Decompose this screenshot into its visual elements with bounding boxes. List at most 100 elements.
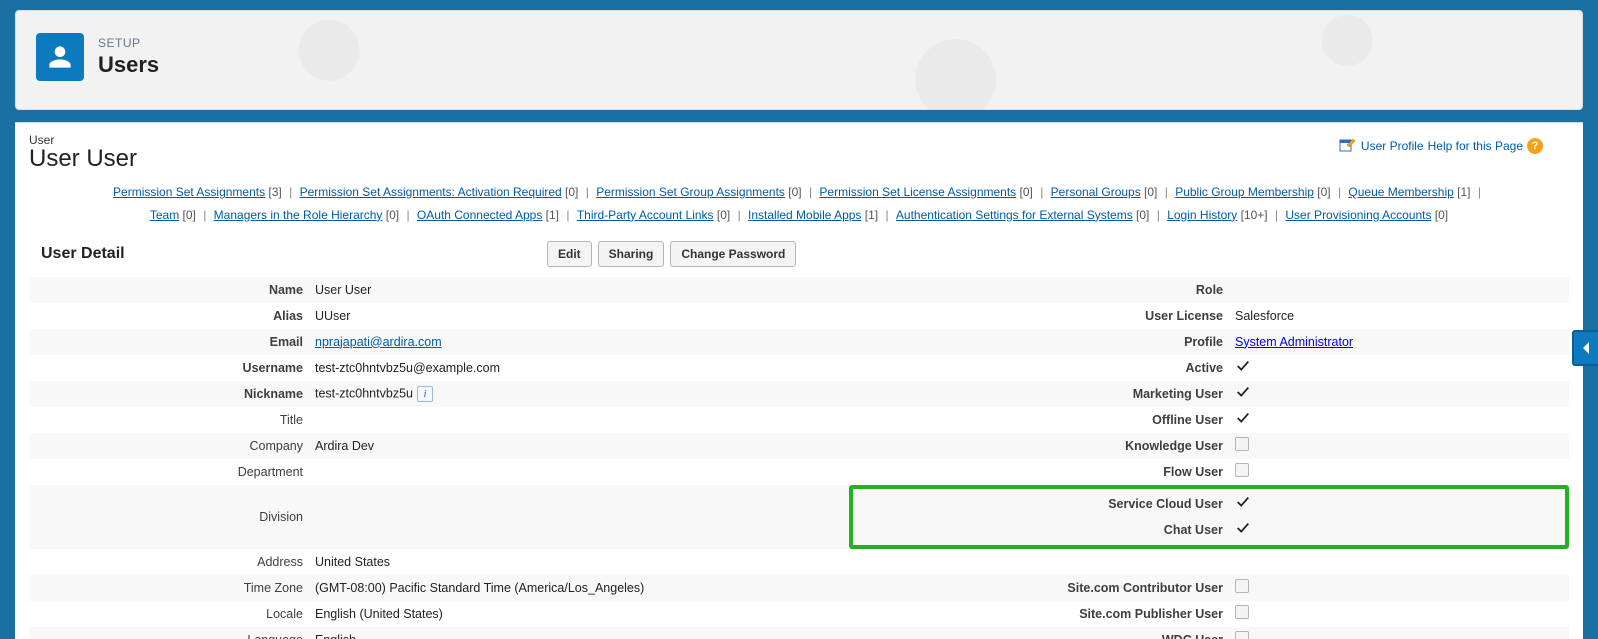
related-link[interactable]: Managers in the Role Hierarchy <box>214 208 383 222</box>
label-knowledge: Knowledge User <box>849 433 1229 459</box>
value-knowledge <box>1229 433 1569 459</box>
check-icon <box>1235 363 1251 377</box>
label-nickname: Nickname <box>29 381 309 407</box>
label-active: Active <box>849 355 1229 381</box>
help-icon[interactable]: ? <box>1527 138 1543 154</box>
check-icon <box>1235 415 1251 429</box>
label-username: Username <box>29 355 309 381</box>
label-address: Address <box>29 549 309 575</box>
value-profile: System Administrator <box>1229 329 1569 355</box>
user-profile-link[interactable]: User Profile <box>1361 139 1424 153</box>
user-icon <box>36 33 84 81</box>
related-link-count: [0] <box>1141 185 1158 199</box>
related-link[interactable]: Permission Set Assignments: Activation R… <box>300 185 562 199</box>
value-role <box>1229 277 1569 303</box>
label-service-cloud: Service Cloud User <box>857 491 1229 517</box>
label-chat: Chat User <box>857 517 1229 543</box>
related-links: Permission Set Assignments [3] | Permiss… <box>29 181 1569 227</box>
related-link[interactable]: OAuth Connected Apps <box>417 208 542 222</box>
related-link[interactable]: Authentication Settings for External Sys… <box>896 208 1133 222</box>
related-link[interactable]: Third-Party Account Links <box>577 208 714 222</box>
label-marketing: Marketing User <box>849 381 1229 407</box>
related-link[interactable]: Permission Set Group Assignments <box>596 185 785 199</box>
unchecked-box-icon <box>1235 437 1249 451</box>
value-timezone: (GMT-08:00) Pacific Standard Time (Ameri… <box>309 575 849 601</box>
related-link-count: [1] <box>861 208 878 222</box>
profile-link[interactable]: System Administrator <box>1235 335 1353 349</box>
related-link-count: [0] <box>1133 208 1150 222</box>
content-scroll[interactable]: User ProfileHelp for this Page ? User Us… <box>15 123 1583 639</box>
label-department: Department <box>29 459 309 485</box>
label-email: Email <box>29 329 309 355</box>
related-link-count: [0] <box>1431 208 1448 222</box>
label-offline: Offline User <box>849 407 1229 433</box>
related-link-count: [0] <box>562 185 579 199</box>
related-link-count: [1] <box>1454 185 1471 199</box>
value-wdc <box>1229 627 1569 639</box>
user-detail-table: Name User User Role Alias UUser User Lic… <box>29 277 1569 639</box>
label-alias: Alias <box>29 303 309 329</box>
label-role: Role <box>849 277 1229 303</box>
label-title: Title <box>29 407 309 433</box>
value-service-cloud <box>1229 491 1561 517</box>
section-title: User Detail <box>29 245 229 263</box>
related-link[interactable]: Team <box>150 208 179 222</box>
label-company: Company <box>29 433 309 459</box>
value-flow <box>1229 459 1569 485</box>
info-icon[interactable]: i <box>417 386 433 402</box>
related-link[interactable]: Personal Groups <box>1051 185 1141 199</box>
value-company: Ardira Dev <box>309 433 849 459</box>
value-division <box>309 485 849 549</box>
email-link[interactable]: nprajapati@ardira.com <box>315 335 442 349</box>
related-link[interactable]: Installed Mobile Apps <box>748 208 861 222</box>
related-link[interactable]: User Provisioning Accounts <box>1285 208 1431 222</box>
label-site-pub: Site.com Publisher User <box>849 601 1229 627</box>
value-nickname: test-ztc0hntvbz5ui <box>309 381 849 407</box>
value-marketing <box>1229 381 1569 407</box>
check-icon <box>1235 499 1251 513</box>
unchecked-box-icon <box>1235 631 1249 639</box>
related-link[interactable]: Login History <box>1167 208 1237 222</box>
value-username: test-ztc0hntvbz5u@example.com <box>309 355 849 381</box>
label-wdc: WDC User <box>849 627 1229 639</box>
related-link[interactable]: Permission Set License Assignments <box>819 185 1016 199</box>
value-offline <box>1229 407 1569 433</box>
related-link-count: [0] <box>785 185 802 199</box>
related-link-count: [10+] <box>1237 208 1267 222</box>
value-department <box>309 459 849 485</box>
label-name: Name <box>29 277 309 303</box>
related-link-count: [0] <box>1314 185 1331 199</box>
breadcrumb: SETUP <box>98 36 159 50</box>
change-password-button[interactable]: Change Password <box>670 241 796 267</box>
label-locale: Locale <box>29 601 309 627</box>
value-site-pub <box>1229 601 1569 627</box>
label-license: User License <box>849 303 1229 329</box>
value-chat <box>1229 517 1561 543</box>
related-link-count: [0] <box>382 208 399 222</box>
setup-header: SETUP Users <box>15 10 1583 110</box>
sharing-button[interactable]: Sharing <box>598 241 665 267</box>
check-icon <box>1235 525 1251 539</box>
expand-panel-tab[interactable] <box>1572 330 1598 366</box>
value-email: nprajapati@ardira.com <box>309 329 849 355</box>
related-link[interactable]: Public Group Membership <box>1175 185 1314 199</box>
unchecked-box-icon <box>1235 463 1249 477</box>
label-language: Language <box>29 627 309 639</box>
related-link[interactable]: Permission Set Assignments <box>113 185 265 199</box>
related-link[interactable]: Queue Membership <box>1348 185 1453 199</box>
unchecked-box-icon <box>1235 605 1249 619</box>
unchecked-box-icon <box>1235 579 1249 593</box>
label-timezone: Time Zone <box>29 575 309 601</box>
value-address: United States <box>309 549 849 575</box>
edit-layout-icon[interactable] <box>1339 137 1357 155</box>
related-link-count: [3] <box>265 185 282 199</box>
label-profile: Profile <box>849 329 1229 355</box>
value-license: Salesforce <box>1229 303 1569 329</box>
value-alias: UUser <box>309 303 849 329</box>
edit-button[interactable]: Edit <box>547 241 592 267</box>
help-page-link[interactable]: Help for this Page <box>1428 139 1523 153</box>
value-active <box>1229 355 1569 381</box>
label-site-contrib: Site.com Contributor User <box>849 575 1229 601</box>
label-flow: Flow User <box>849 459 1229 485</box>
value-locale: English (United States) <box>309 601 849 627</box>
